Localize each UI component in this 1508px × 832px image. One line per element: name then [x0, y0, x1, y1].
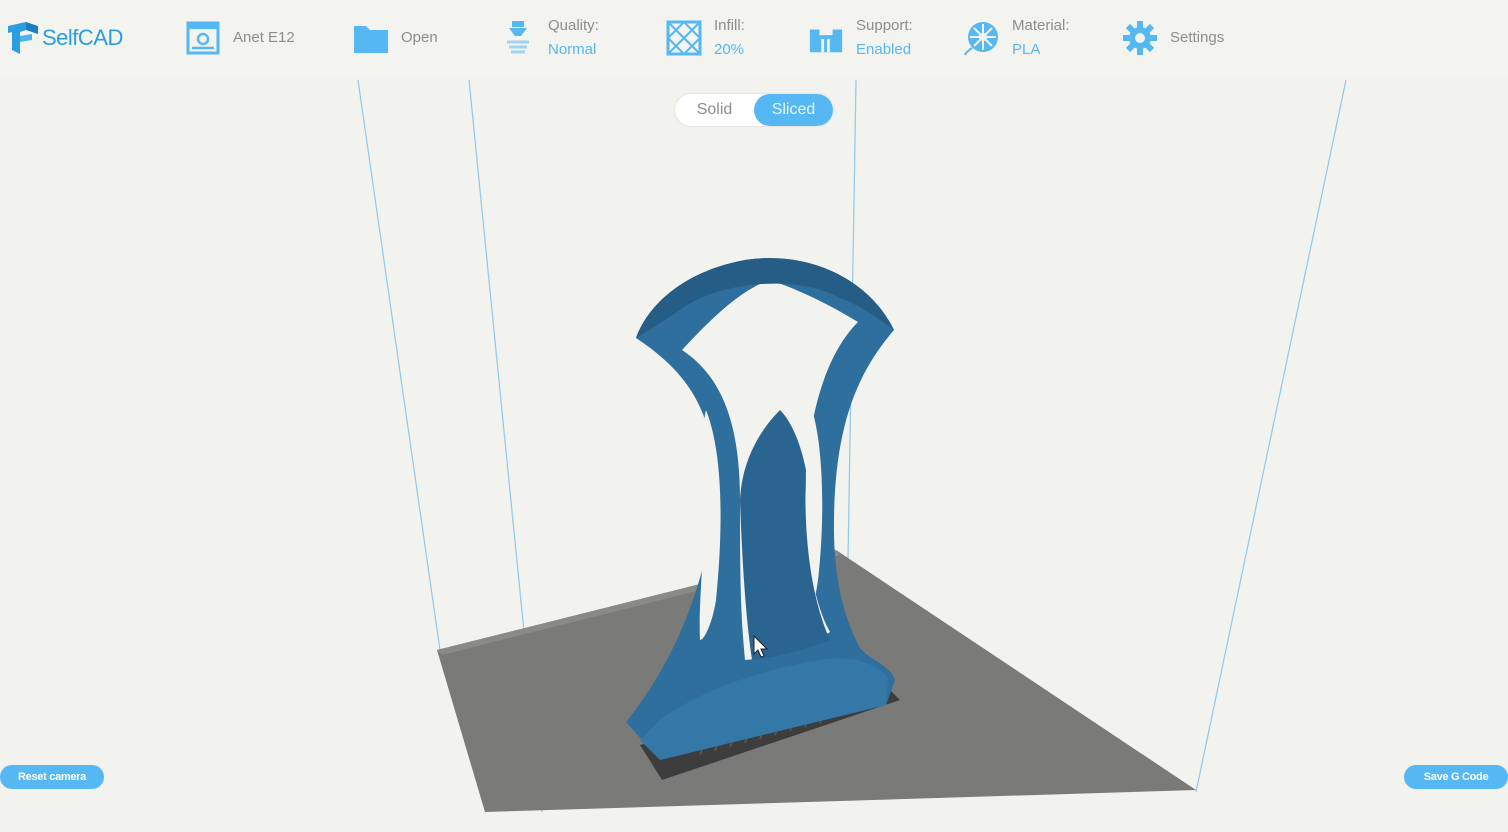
reset-camera-button[interactable]: Reset camera — [0, 765, 104, 789]
build-volume-edge-left-front — [357, 79, 441, 651]
build-volume-edge-right — [1195, 79, 1347, 793]
sliced-model[interactable] — [626, 258, 895, 760]
view-mode-toggle[interactable]: Solid Sliced — [675, 94, 833, 126]
view-sliced-button[interactable]: Sliced — [754, 94, 833, 126]
save-gcode-button[interactable]: Save G Code — [1404, 765, 1508, 789]
view-solid-button[interactable]: Solid — [675, 94, 754, 126]
